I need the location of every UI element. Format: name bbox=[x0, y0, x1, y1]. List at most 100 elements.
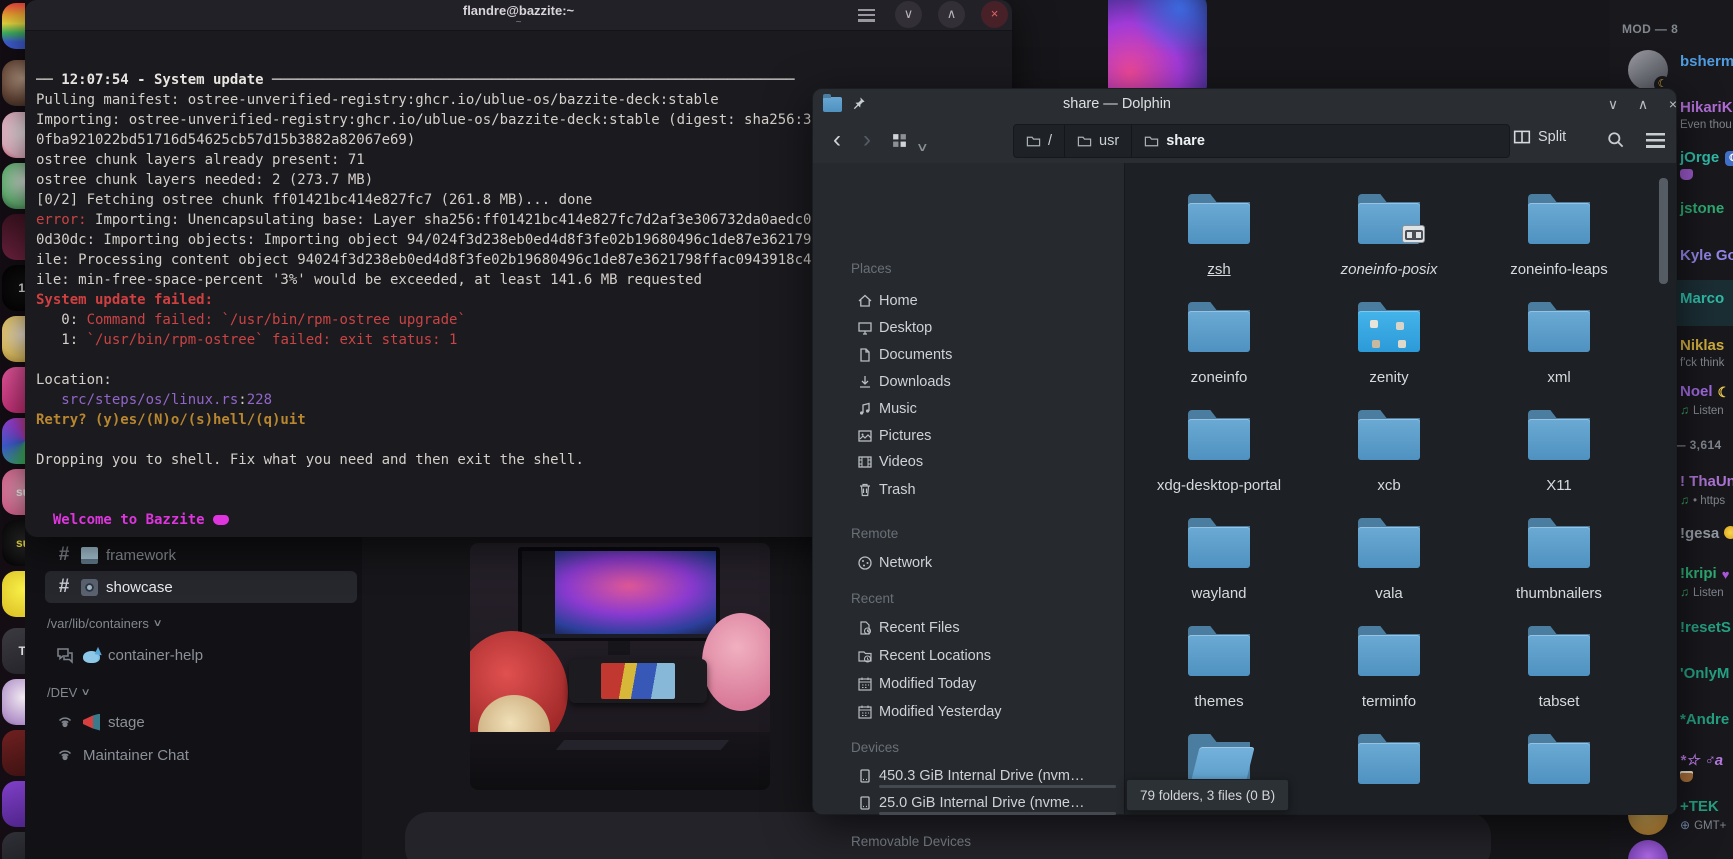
view-mode-icon[interactable] bbox=[891, 132, 908, 149]
places-item: Places bbox=[851, 260, 892, 276]
folder-item[interactable]: zoneinfo bbox=[1134, 302, 1304, 408]
forward-button[interactable]: › bbox=[863, 125, 871, 155]
close-button[interactable]: × bbox=[981, 1, 1008, 28]
channel-item[interactable]: # showcase bbox=[45, 571, 357, 603]
server-icon[interactable]: su! bbox=[2, 469, 25, 515]
view-mode-chevron-icon[interactable]: ∨ bbox=[916, 132, 929, 162]
server-icon[interactable]: su! bbox=[2, 520, 25, 566]
member-name: MOD — 8 bbox=[1622, 22, 1679, 36]
folder-item[interactable]: xdg-desktop-portal bbox=[1134, 410, 1304, 516]
folder-label: themes bbox=[1194, 693, 1244, 710]
channel-item: /DEV ∨ bbox=[45, 681, 357, 703]
close-button[interactable]: × bbox=[1664, 96, 1682, 112]
places-item: Recent bbox=[851, 590, 894, 606]
member-name: 'OnlyM bbox=[1680, 665, 1730, 682]
places-panel: Places Home Desktop Documents Downloads … bbox=[813, 163, 1125, 849]
folder-item[interactable]: zsh bbox=[1134, 194, 1304, 300]
folder-item[interactable] bbox=[1304, 734, 1474, 814]
places-item[interactable]: Recent Files bbox=[813, 617, 1124, 639]
server-icon[interactable] bbox=[2, 418, 25, 464]
member-row[interactable] bbox=[1610, 840, 1733, 859]
folder-item[interactable]: tabset bbox=[1474, 626, 1644, 732]
member-status bbox=[1680, 771, 1697, 785]
folder-item[interactable]: zoneinfo-leaps bbox=[1474, 194, 1644, 300]
back-button[interactable]: ‹ bbox=[833, 125, 841, 155]
places-item[interactable]: Music bbox=[813, 398, 1124, 420]
server-icon[interactable] bbox=[2, 832, 25, 859]
terminal-titlebar[interactable]: flandre@bazzite:~ ~ ∨ ∧ × bbox=[25, 0, 1012, 31]
channel-label: /DEV bbox=[47, 684, 78, 700]
scrollbar[interactable] bbox=[1659, 178, 1668, 284]
server-icon[interactable]: 13 bbox=[2, 265, 25, 311]
maximize-button[interactable]: ∧ bbox=[1634, 96, 1652, 112]
folder-item[interactable]: vala bbox=[1304, 518, 1474, 624]
places-item[interactable]: Network bbox=[813, 552, 1124, 574]
server-icon[interactable] bbox=[2, 316, 25, 362]
places-item[interactable]: Pictures bbox=[813, 425, 1124, 447]
split-button[interactable]: Split bbox=[1513, 128, 1566, 146]
places-item[interactable]: 450.3 GiB Internal Drive (nvm… bbox=[813, 765, 1124, 788]
channel-type-icon bbox=[55, 745, 75, 765]
folder-item[interactable]: zenity bbox=[1304, 302, 1474, 408]
chat-attachment-photo[interactable] bbox=[470, 543, 770, 790]
folder-item[interactable]: thumbnailers bbox=[1474, 518, 1644, 624]
folder-icon bbox=[1188, 302, 1250, 352]
capacity-bar bbox=[879, 812, 1116, 815]
places-item[interactable]: Modified Yesterday bbox=[813, 701, 1124, 723]
maximize-button[interactable]: ∧ bbox=[938, 1, 965, 28]
pin-icon[interactable] bbox=[851, 96, 866, 111]
server-icon[interactable] bbox=[2, 214, 25, 260]
places-item[interactable]: Documents bbox=[813, 344, 1124, 366]
photo-monitor-stand bbox=[608, 641, 630, 655]
place-icon bbox=[857, 482, 873, 498]
folder-icon bbox=[1188, 626, 1250, 676]
channel-label: framework bbox=[106, 546, 177, 564]
folder-item[interactable] bbox=[1474, 734, 1644, 814]
channel-item[interactable]: container-help bbox=[45, 639, 357, 671]
places-item[interactable]: 25.0 GiB Internal Drive (nvme… bbox=[813, 792, 1124, 815]
server-icon[interactable] bbox=[2, 112, 25, 158]
channel-item[interactable]: stage bbox=[45, 706, 357, 738]
member-name: Noel bbox=[1680, 383, 1730, 401]
chat-attachment-galaxy-image[interactable] bbox=[1108, 0, 1207, 90]
server-icon[interactable] bbox=[2, 3, 25, 49]
places-item[interactable]: Videos bbox=[813, 451, 1124, 473]
channel-item[interactable]: Maintainer Chat bbox=[45, 739, 357, 771]
server-icon[interactable] bbox=[2, 781, 25, 827]
server-icon[interactable] bbox=[2, 571, 25, 617]
server-icon[interactable] bbox=[2, 163, 25, 209]
folder-item[interactable]: themes bbox=[1134, 626, 1304, 732]
member-name: +TEK bbox=[1680, 798, 1719, 815]
place-icon bbox=[857, 555, 873, 571]
search-icon[interactable] bbox=[1606, 130, 1625, 149]
server-icon[interactable] bbox=[2, 60, 25, 106]
channel-label: stage bbox=[108, 713, 145, 731]
member-status: • https bbox=[1680, 493, 1725, 507]
breadcrumb-item[interactable]: share bbox=[1132, 125, 1217, 157]
channel-item[interactable]: # framework bbox=[45, 539, 357, 571]
folder-item[interactable]: wayland bbox=[1134, 518, 1304, 624]
places-item[interactable]: Downloads bbox=[813, 371, 1124, 393]
places-item[interactable]: Home bbox=[813, 290, 1124, 312]
folder-item[interactable]: X11 bbox=[1474, 410, 1644, 516]
server-icon[interactable] bbox=[2, 367, 25, 413]
places-item[interactable]: Trash bbox=[813, 479, 1124, 501]
folder-item[interactable]: zoneinfo-posix bbox=[1304, 194, 1474, 300]
folder-item[interactable]: xml bbox=[1474, 302, 1644, 408]
menu-icon[interactable] bbox=[858, 9, 875, 22]
breadcrumb-item[interactable]: / bbox=[1014, 125, 1066, 157]
places-item[interactable]: Desktop bbox=[813, 317, 1124, 339]
minimize-button[interactable]: ∨ bbox=[895, 1, 922, 28]
server-icon[interactable] bbox=[2, 730, 25, 776]
server-icon[interactable]: Ts bbox=[2, 628, 25, 674]
places-item[interactable]: Modified Today bbox=[813, 673, 1124, 695]
places-item[interactable]: Recent Locations bbox=[813, 645, 1124, 667]
folder-item[interactable]: terminfo bbox=[1304, 626, 1474, 732]
hash-icon: # bbox=[58, 544, 70, 565]
folder-item[interactable]: xcb bbox=[1304, 410, 1474, 516]
hamburger-menu-icon[interactable] bbox=[1646, 133, 1665, 148]
dolphin-titlebar[interactable]: share — Dolphin ∨ ∧ × bbox=[813, 89, 1677, 119]
minimize-button[interactable]: ∨ bbox=[1604, 96, 1622, 112]
server-icon[interactable] bbox=[2, 679, 25, 725]
breadcrumb-item[interactable]: usr bbox=[1065, 125, 1133, 157]
